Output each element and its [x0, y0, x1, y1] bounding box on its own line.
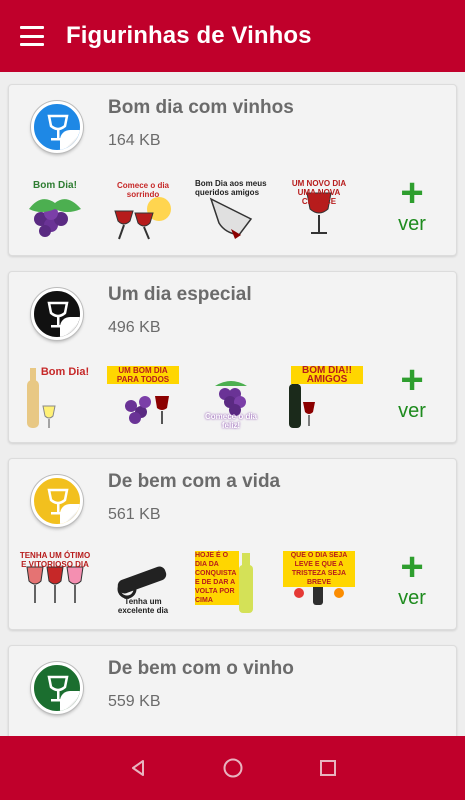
plus-icon: +: [400, 358, 424, 402]
sticker-caption: Bom Dia!: [40, 366, 90, 378]
sticker-caption: QUE O DIA SEJA LEVE E QUE A TRISTEZA SEJ…: [283, 551, 355, 587]
sticker-caption: Tenha um excelente dia: [117, 597, 169, 615]
pack-name: Um dia especial: [108, 284, 252, 305]
app-title: Figurinhas de Vinhos: [66, 22, 312, 49]
pack-name: Bom dia com vinhos: [108, 97, 294, 118]
sticker-caption: Bom Dia!: [33, 180, 77, 191]
sticker-caption: BOM DIA!! AMIGOS: [291, 366, 363, 385]
pack-icon: [31, 662, 83, 714]
view-pack-button[interactable]: + ver: [381, 171, 443, 245]
sticker-caption: Comece o dia feliz!: [204, 412, 257, 430]
sticker-preview: BOM DIA!! AMIGOS: [283, 356, 363, 436]
sticker-caption: Comece o dia sorrindo: [116, 181, 169, 199]
pack-icon: [31, 475, 83, 527]
sticker-preview: Comece o dia sorrindo: [107, 169, 179, 249]
pack-icon: [31, 101, 83, 153]
pack-name: De bem com o vinho: [108, 658, 294, 679]
sticker-pack-card[interactable]: Um dia especial 496 KB Bom Dia! UM BOM D…: [8, 271, 457, 443]
sticker-caption: Bom Dia aos meus queridos amigos: [195, 179, 267, 197]
sticker-preview: Bom Dia aos meus queridos amigos: [195, 169, 267, 249]
sticker-caption: HOJE É O DIA DA CONQUISTA E DE DAR A VOL…: [195, 551, 239, 605]
pack-size: 561 KB: [108, 506, 161, 523]
pack-size: 496 KB: [108, 319, 161, 336]
sticker-preview: UM NOVO DIA UMA NOVA CHANCE: [283, 169, 355, 249]
recents-icon[interactable]: [316, 756, 340, 780]
sticker-preview: Comece o dia feliz!: [195, 356, 267, 436]
app-bar: Figurinhas de Vinhos: [0, 0, 465, 72]
view-pack-button[interactable]: + ver: [381, 358, 443, 432]
view-pack-button[interactable]: + ver: [381, 545, 443, 619]
view-label: ver: [398, 400, 426, 422]
plus-icon: +: [400, 545, 424, 589]
pack-size: 559 KB: [108, 693, 161, 710]
sticker-pack-card[interactable]: De bem com a vida 561 KB TENHA UM ÓTIMO …: [8, 458, 457, 630]
sticker-caption: UM NOVO DIA UMA NOVA CHANCE: [291, 179, 347, 206]
sticker-pack-card[interactable]: Bom dia com vinhos 164 KB Bom Dia! Comec…: [8, 84, 457, 256]
view-label: ver: [398, 213, 426, 235]
home-icon[interactable]: [221, 756, 245, 780]
sticker-preview: QUE O DIA SEJA LEVE E QUE A TRISTEZA SEJ…: [283, 543, 355, 623]
sticker-preview-row: TENHA UM ÓTIMO E VITORIOSO DIA Tenha um …: [19, 543, 379, 623]
back-icon[interactable]: [126, 756, 150, 780]
pack-name: De bem com a vida: [108, 471, 281, 492]
sticker-preview: Tenha um excelente dia: [107, 543, 179, 623]
system-nav-bar: [0, 736, 465, 800]
sticker-caption: UM BOM DIA PARA TODOS: [107, 366, 179, 384]
sticker-preview: UM BOM DIA PARA TODOS: [107, 356, 179, 436]
view-label: ver: [398, 587, 426, 609]
menu-icon[interactable]: [20, 24, 50, 48]
sticker-preview: TENHA UM ÓTIMO E VITORIOSO DIA: [19, 543, 91, 623]
sticker-preview-row: Bom Dia! UM BOM DIA PARA TODOS Comece o …: [19, 356, 379, 436]
sticker-preview: HOJE É O DIA DA CONQUISTA E DE DAR A VOL…: [195, 543, 267, 623]
sticker-preview: Bom Dia!: [19, 356, 91, 436]
sticker-pack-list[interactable]: Bom dia com vinhos 164 KB Bom Dia! Comec…: [0, 72, 465, 736]
plus-icon: +: [400, 171, 424, 215]
pack-size: 164 KB: [108, 132, 161, 149]
sticker-pack-card[interactable]: De bem com o vinho 559 KB: [8, 645, 457, 736]
sticker-preview-row: Bom Dia! Comece o dia sorrindo Bom Dia a…: [19, 169, 379, 249]
pack-icon: [31, 288, 83, 340]
sticker-caption: TENHA UM ÓTIMO E VITORIOSO DIA: [19, 551, 91, 569]
sticker-preview: Bom Dia!: [19, 169, 91, 249]
